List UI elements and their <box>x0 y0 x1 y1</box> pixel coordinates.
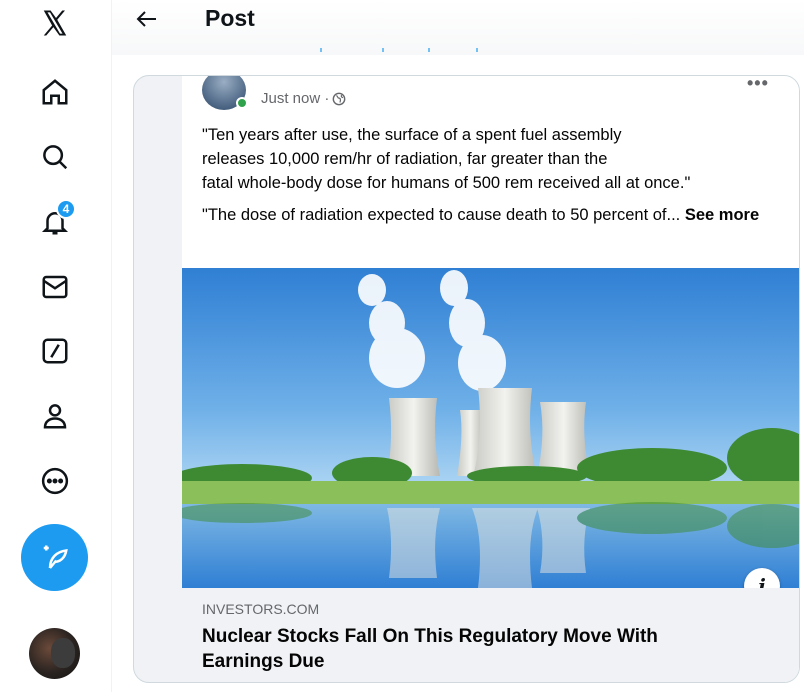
post-meta: Just now · <box>261 90 346 107</box>
post-more-options[interactable]: ••• <box>747 76 769 92</box>
compose-post-button[interactable] <box>21 524 88 591</box>
notifications-badge: 4 <box>56 199 76 219</box>
x-logo-icon[interactable] <box>35 3 75 43</box>
page-title: Post <box>205 5 255 31</box>
feather-plus-icon <box>43 545 68 569</box>
home-icon[interactable] <box>35 72 75 112</box>
post-timestamp[interactable]: Just now · <box>261 90 329 107</box>
messages-envelope-icon[interactable] <box>35 267 75 307</box>
header-divider <box>320 48 500 54</box>
see-more-link[interactable]: See more <box>685 206 759 224</box>
post-text-line: "The dose of radiation expected to cause… <box>202 206 681 224</box>
link-headline-line: Nuclear Stocks Fall On This Regulatory M… <box>202 626 658 647</box>
profile-icon[interactable] <box>35 396 75 436</box>
more-options-icon[interactable] <box>35 461 75 501</box>
post-text-line: fatal whole-body dose for humans of 500 … <box>202 174 691 192</box>
grok-slash-icon[interactable] <box>35 331 75 371</box>
link-domain: INVESTORS.COM <box>202 601 320 617</box>
back-arrow-icon[interactable] <box>134 6 160 32</box>
post-text-line: "Ten years after use, the surface of a s… <box>202 126 622 144</box>
nuclear-plant-photo[interactable] <box>182 268 799 588</box>
post-text-line: releases 10,000 rem/hr of radiation, far… <box>202 150 608 168</box>
online-status-dot <box>236 97 248 109</box>
link-headline-line: Earnings Due <box>202 651 325 672</box>
link-preview[interactable]: INVESTORS.COM Nuclear Stocks Fall On Thi… <box>182 588 799 682</box>
sidebar-nav: 4 <box>0 0 112 692</box>
search-icon[interactable] <box>35 137 75 177</box>
embedded-image-card[interactable]: Just now · ••• "Ten years after use, the… <box>133 75 800 683</box>
link-headline[interactable]: Nuclear Stocks Fall On This Regulatory M… <box>202 624 762 674</box>
account-avatar[interactable] <box>29 628 80 679</box>
facebook-post-panel: Just now · ••• "Ten years after use, the… <box>182 76 799 682</box>
globe-icon <box>332 92 346 105</box>
post-body: "Ten years after use, the surface of a s… <box>202 123 782 227</box>
